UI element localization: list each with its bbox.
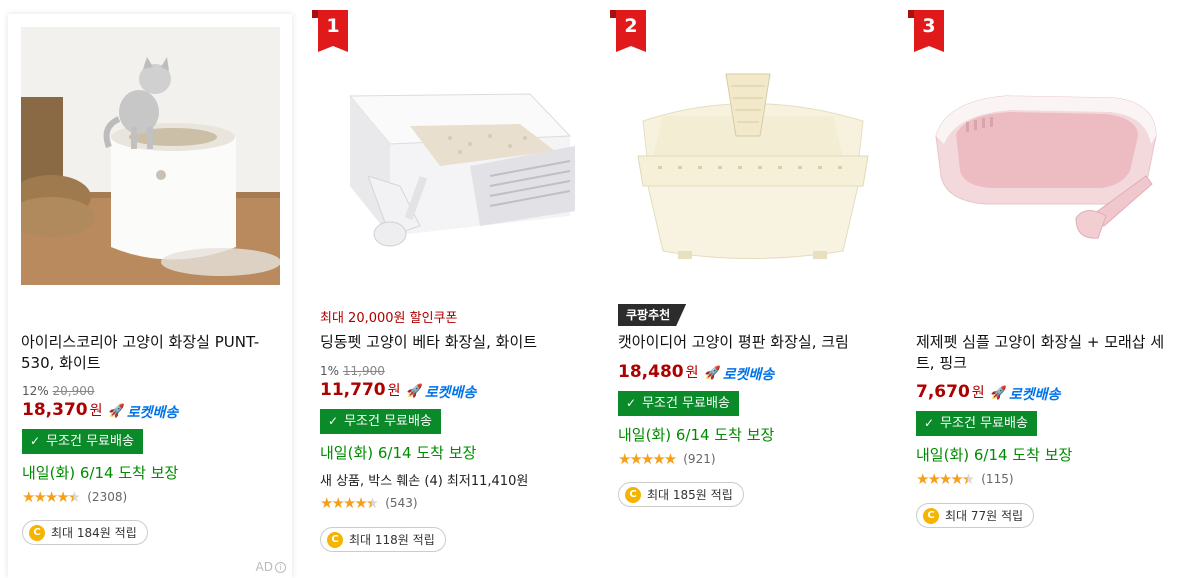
product-title[interactable]: 제제펫 심플 고양이 화장실 + 모래삽 세트, 핑크 — [916, 332, 1178, 374]
product-title[interactable]: 딩동펫 고양이 베타 화장실, 화이트 — [320, 332, 582, 353]
strike-price: 20,900 — [52, 384, 95, 398]
review-count: (2308) — [87, 490, 128, 504]
free-shipping-badge: ✓ 무조건 무료배송 — [916, 411, 1037, 436]
cashback-label: 최대 185원 적립 — [647, 488, 733, 502]
product-image-dingdongpet[interactable] — [320, 26, 580, 286]
star-rating-icon: ★★★★★ — [320, 494, 379, 512]
rocket-icon: 🚀 — [108, 404, 125, 419]
star-rating-icon: ★★★★★ — [916, 470, 975, 488]
cashback-label: 최대 118원 적립 — [349, 533, 435, 547]
rocket-label: 로켓배송 — [126, 404, 179, 421]
sale-price: 18,370 — [22, 400, 88, 420]
sale-price: 18,480 — [618, 362, 684, 382]
cashback-label: 최대 77원 적립 — [945, 509, 1024, 523]
price-line: 7,670 원 🚀 로켓배송 — [916, 382, 1060, 404]
cashback-badge: C 최대 118원 적립 — [320, 527, 446, 552]
cashback-label: 최대 184원 적립 — [51, 526, 137, 540]
rating: ★★★★★ (543) — [320, 494, 418, 512]
discount-rate: 12% — [22, 384, 49, 398]
rocket-label: 로켓배송 — [424, 384, 477, 401]
product-card-ad[interactable]: 아이리스코리아 고양이 화장실 PUNT-530, 화이트 12% 20,900… — [8, 14, 292, 578]
cashback-badge: C 최대 77원 적립 — [916, 503, 1035, 528]
product-card-rank-1[interactable]: 1 최대 20,000원 할인쿠폰 딩동펫 고양이 베타 화장실, 화이트 1%… — [306, 0, 596, 578]
free-shipping-label: 무조건 무료배송 — [642, 396, 730, 411]
rocket-icon: 🚀 — [990, 386, 1007, 401]
product-image-jejepet[interactable] — [916, 26, 1176, 286]
free-shipping-label: 무조건 무료배송 — [940, 416, 1028, 431]
rating: ★★★★★ (921) — [618, 450, 716, 468]
discount-rate: 1% — [320, 364, 340, 378]
sale-price: 7,670 — [916, 382, 970, 402]
check-icon: ✓ — [626, 396, 637, 410]
star-rating-icon: ★★★★★ — [22, 488, 81, 506]
product-title[interactable]: 아이리스코리아 고양이 화장실 PUNT-530, 화이트 — [21, 332, 283, 374]
arrival-guarantee: 내일(화) 6/14 도착 보장 — [22, 464, 179, 482]
arrival-guarantee: 내일(화) 6/14 도착 보장 — [618, 426, 775, 444]
currency: 원 — [387, 383, 401, 399]
free-shipping-badge: ✓ 무조건 무료배송 — [618, 391, 739, 416]
rocket-delivery-badge: 🚀 로켓배송 — [407, 382, 477, 402]
review-count: (921) — [683, 452, 716, 466]
rocket-icon: 🚀 — [406, 384, 423, 399]
currency: 원 — [685, 365, 699, 381]
star-rating-icon: ★★★★★ — [618, 450, 677, 468]
price-line: 11,770 원 🚀 로켓배송 — [320, 380, 476, 402]
arrival-guarantee: 내일(화) 6/14 도착 보장 — [320, 444, 477, 462]
cashback-badge: C 최대 185원 적립 — [618, 482, 744, 507]
ad-label: AD — [255, 560, 273, 574]
coin-icon: C — [327, 531, 343, 548]
currency: 원 — [971, 385, 985, 401]
rank-badge: 3 — [908, 10, 944, 52]
check-icon: ✓ — [328, 414, 339, 428]
free-shipping-badge: ✓ 무조건 무료배송 — [22, 429, 143, 454]
rank-badge: 1 — [312, 10, 348, 52]
check-icon: ✓ — [30, 434, 41, 448]
rocket-icon: 🚀 — [704, 366, 721, 381]
product-image-punt530[interactable] — [21, 27, 280, 285]
coin-icon: C — [923, 507, 939, 524]
product-card-rank-3[interactable]: 3 제제펫 심플 고양이 화장실 + 모래삽 세트, 핑크 7,670 원 🚀 … — [902, 0, 1192, 578]
price-line: 18,480 원 🚀 로켓배송 — [618, 362, 774, 384]
rocket-label: 로켓배송 — [722, 366, 775, 383]
currency: 원 — [89, 403, 103, 419]
cashback-badge: C 최대 184원 적립 — [22, 520, 148, 545]
ad-marker[interactable]: AD i — [256, 560, 286, 574]
rank-badge: 2 — [610, 10, 646, 52]
rating: ★★★★★ (115) — [916, 470, 1014, 488]
rocket-delivery-badge: 🚀 로켓배송 — [109, 402, 179, 422]
used-item-offer[interactable]: 새 상품, 박스 훼손 (4) 최저11,410원 — [320, 470, 528, 489]
free-shipping-badge: ✓ 무조건 무료배송 — [320, 409, 441, 434]
rocket-delivery-badge: 🚀 로켓배송 — [705, 364, 775, 384]
rating: ★★★★★ (2308) — [22, 488, 127, 506]
review-count: (543) — [385, 496, 418, 510]
arrival-guarantee: 내일(화) 6/14 도착 보장 — [916, 446, 1073, 464]
original-price: 1% 11,900 — [320, 364, 385, 378]
product-card-rank-2[interactable]: 2 쿠팡추천 캣아이디어 고양이 평판 화장실, 크림 18,480 원 🚀 로… — [604, 0, 894, 578]
strike-price: 11,900 — [342, 364, 385, 378]
info-icon: i — [275, 561, 286, 573]
coin-icon: C — [29, 524, 45, 541]
rocket-delivery-badge: 🚀 로켓배송 — [991, 384, 1061, 404]
review-count: (115) — [981, 472, 1014, 486]
sale-price: 11,770 — [320, 380, 386, 400]
rocket-label: 로켓배송 — [1008, 386, 1061, 403]
original-price: 12% 20,900 — [22, 384, 95, 398]
coupon-text: 최대 20,000원 할인쿠폰 — [320, 311, 458, 326]
check-icon: ✓ — [924, 416, 935, 430]
product-title[interactable]: 캣아이디어 고양이 평판 화장실, 크림 — [618, 332, 880, 353]
free-shipping-label: 무조건 무료배송 — [46, 434, 134, 449]
free-shipping-label: 무조건 무료배송 — [344, 414, 432, 429]
coin-icon: C — [625, 486, 641, 503]
price-line: 18,370 원 🚀 로켓배송 — [22, 400, 178, 422]
coupang-recommend-badge: 쿠팡추천 — [618, 304, 686, 326]
product-image-catidea[interactable] — [618, 26, 878, 286]
